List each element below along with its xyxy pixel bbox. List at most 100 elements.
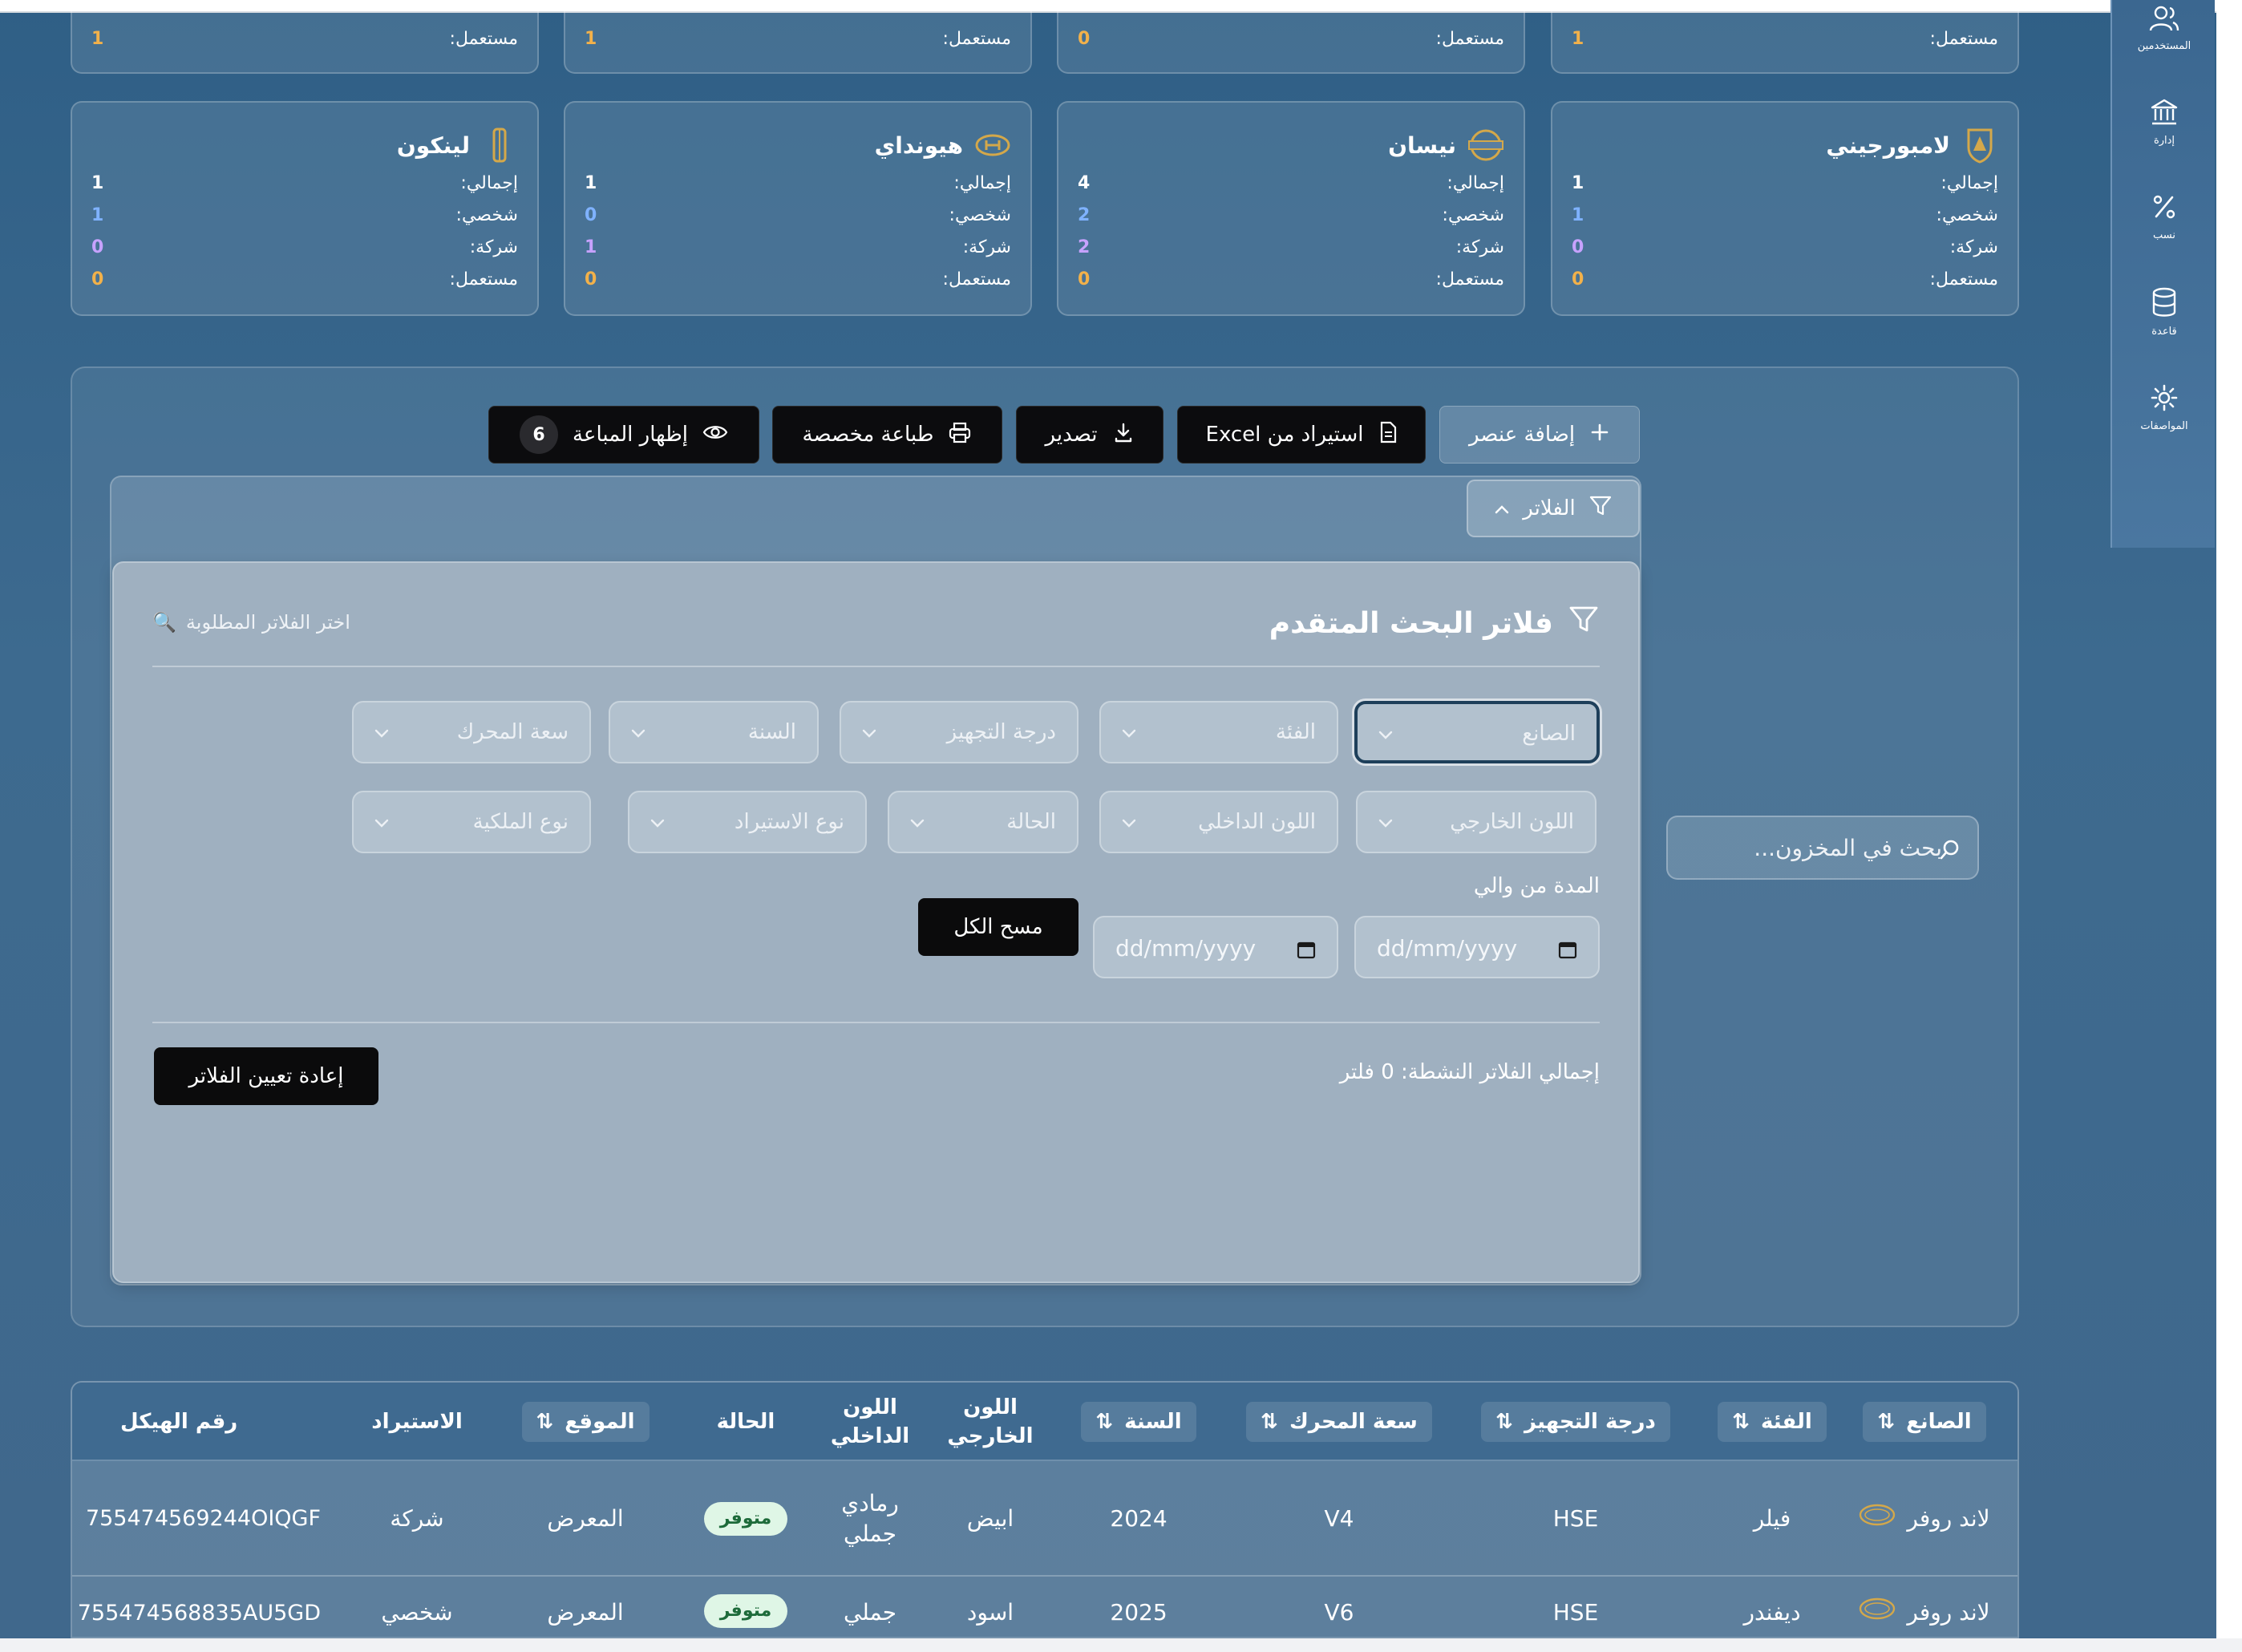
export-label: تصدير [1045, 423, 1098, 447]
chevron-down-icon [629, 723, 647, 747]
status-badge: متوفر [703, 1594, 788, 1628]
used-value: 0 [1078, 29, 1091, 49]
brand-title: نيسان [1388, 125, 1504, 165]
select-interior-color[interactable]: اللون الداخلي [1099, 791, 1338, 853]
personal-label: شخصي: [455, 205, 518, 225]
date-from-input[interactable]: dd/mm/yyyy [1354, 916, 1600, 978]
brand-card-partial: مستعمل: 1 [71, 0, 539, 74]
filters-toggle-button[interactable]: الفلاتر [1467, 480, 1640, 537]
cell-text: رمادي جملي [841, 1490, 899, 1547]
sidebar-item-database[interactable]: قاعدة [2112, 287, 2216, 338]
select-exterior-color[interactable]: اللون الخارجي [1356, 791, 1597, 853]
status-badge: متوفر [703, 1502, 788, 1536]
brand-card-hyundai[interactable]: هيونداي إجمالي: 1 شخصي: 0 شركة: 1 مستعمل: 0 [564, 101, 1032, 316]
total-label: إجمالي: [953, 173, 1011, 193]
select-status[interactable]: الحالة [888, 791, 1079, 853]
select-engine[interactable]: سعة المحرك [352, 701, 591, 763]
calendar-icon [1558, 938, 1577, 965]
column-header-manufacturer[interactable]: الصانع ⇅ [1844, 1383, 2005, 1461]
column-header-engine[interactable]: سعة المحرك ⇅ [1227, 1383, 1451, 1461]
advanced-filters-title: فلاتر البحث المتقدم [1269, 605, 1600, 642]
total-value: 1 [91, 173, 104, 193]
brand-card-partial: مستعمل: 1 [564, 0, 1032, 74]
table-row[interactable]: لاند روفر فيلر HSE V4 2024 ابيض رمادي جم… [72, 1461, 2017, 1577]
inventory-search-input[interactable]: بحث في المخزون... [1666, 816, 1979, 880]
company-label: شركة: [1455, 237, 1504, 257]
cell-text: لاند روفر [1907, 1505, 1990, 1533]
used-label: مستعمل: [942, 269, 1011, 290]
lincoln-logo-icon [481, 127, 518, 164]
select-trim[interactable]: درجة التجهيز [840, 701, 1079, 763]
select-ownership-type[interactable]: نوع الملكية [352, 791, 591, 853]
custom-print-button[interactable]: طباعة مخصصة [772, 406, 1002, 464]
cell-interior-color: رمادي جملي [810, 1461, 930, 1577]
printer-icon [948, 421, 972, 449]
total-value: 1 [1572, 173, 1584, 193]
export-button[interactable]: تصدير [1016, 406, 1163, 464]
company-label: شركة: [962, 237, 1011, 257]
personal-value: 0 [585, 205, 597, 225]
column-header-year[interactable]: السنة ⇅ [1050, 1383, 1227, 1461]
divider [152, 666, 1600, 667]
import-excel-button[interactable]: استيراد من Excel [1177, 406, 1426, 464]
cell-trim: HSE [1552, 1505, 1599, 1533]
add-item-button[interactable]: إضافة عنصر [1439, 406, 1640, 464]
eye-icon [702, 423, 728, 447]
sidebar-item-ratios[interactable]: نسب [2112, 192, 2216, 241]
sidebar-item-specifications[interactable]: المواصفات [2112, 383, 2216, 432]
personal-value: 1 [1572, 205, 1584, 225]
table-row[interactable]: لاند روفر ديفندر HSE V6 2025 اسود جملي م… [72, 1577, 2017, 1637]
select-label: السنة [747, 720, 796, 744]
used-value: 1 [1572, 29, 1584, 49]
column-header-trim[interactable]: درجة التجهيز ⇅ [1451, 1383, 1700, 1461]
cell-trim: HSE [1552, 1599, 1599, 1626]
select-year[interactable]: السنة [609, 701, 819, 763]
filter-icon [1588, 495, 1613, 523]
column-header-exterior-color: اللون الخارجي [930, 1383, 1050, 1461]
brand-card-lamborghini[interactable]: لامبورجيني إجمالي: 1 شخصي: 1 شركة: 0 مستعمل… [1551, 101, 2019, 316]
column-header-category[interactable]: الفئة ⇅ [1700, 1383, 1844, 1461]
sort-icon: ⇅ [1095, 1410, 1114, 1434]
chevron-down-icon [1377, 725, 1394, 749]
chevron-down-icon [373, 723, 391, 747]
used-value: 0 [1078, 269, 1091, 290]
sidebar-item-label: نسب [2153, 229, 2175, 241]
used-label: مستعمل: [942, 29, 1011, 49]
brand-card-nissan[interactable]: نيسان إجمالي: 4 شخصي: 2 شركة: 2 مستعمل: 0 [1057, 101, 1525, 316]
used-label: مستعمل: [449, 269, 518, 290]
select-import-type[interactable]: نوع الاستيراد [628, 791, 867, 853]
cell-import: شخصي [381, 1599, 453, 1626]
column-header-location[interactable]: الموقع ⇅ [489, 1383, 682, 1461]
cell-year: 2025 [1110, 1599, 1168, 1626]
cell-location: المعرض [547, 1599, 624, 1626]
sidebar-item-users[interactable]: المستخدمين [2112, 5, 2216, 52]
personal-label: شخصي: [1442, 205, 1504, 225]
used-label: مستعمل: [1929, 29, 1998, 49]
cell-year: 2024 [1110, 1505, 1168, 1533]
cell-status: متوفر [682, 1461, 810, 1577]
cell-exterior-color: اسود [966, 1599, 1014, 1626]
select-manufacturer[interactable]: الصانع [1354, 701, 1600, 763]
header-label: السنة [1124, 1410, 1182, 1434]
reset-filters-button[interactable]: إعادة تعيين الفلاتر [154, 1047, 378, 1105]
show-sold-button[interactable]: إظهار المباعة 6 [488, 406, 759, 464]
sidebar-item-label: المستخدمين [2137, 40, 2191, 52]
select-category[interactable]: الفئة [1099, 701, 1338, 763]
clear-all-button[interactable]: مسح الكل [918, 898, 1079, 956]
percent-icon [2112, 192, 2216, 225]
date-to-input[interactable]: dd/mm/yyyy [1093, 916, 1338, 978]
company-value: 1 [585, 237, 597, 257]
company-value: 0 [91, 237, 104, 257]
database-icon [2112, 287, 2216, 321]
window-bottom-edge [0, 1638, 2242, 1652]
sidebar-item-admin[interactable]: إدارة [2112, 98, 2216, 147]
select-label: الصانع [1522, 722, 1576, 746]
brand-name: لامبورجيني [1826, 132, 1950, 159]
chevron-down-icon [1120, 723, 1138, 747]
total-label: إجمالي: [1447, 173, 1504, 193]
cell-category: فيلر [1753, 1505, 1791, 1533]
brand-name: نيسان [1388, 132, 1456, 159]
cell-vin: 755474569244OIQGF [85, 1505, 321, 1531]
brand-card-lincoln[interactable]: لينكون إجمالي: 1 شخصي: 1 شركة: 0 مستعمل: 0 [71, 101, 539, 316]
sidebar: المستخدمين إدارة نسب قاعدة المواصفات [2110, 0, 2215, 548]
